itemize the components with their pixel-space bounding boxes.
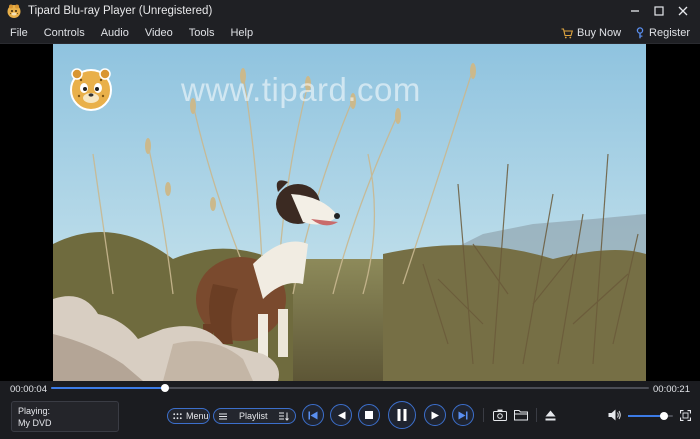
close-icon	[678, 6, 688, 16]
menu-right-links: Buy Now Register	[561, 22, 690, 44]
menu-video[interactable]: Video	[137, 22, 181, 44]
menu-file[interactable]: File	[0, 22, 36, 44]
now-playing-title: My DVD	[18, 418, 52, 428]
window-controls	[626, 2, 692, 20]
stop-icon	[365, 411, 373, 419]
playlist-button[interactable]: Playlist	[213, 408, 296, 424]
rewind-icon	[337, 411, 345, 419]
menu-button[interactable]: Menu	[167, 408, 210, 424]
title-bar: Tipard Blu-ray Player (Unregistered)	[0, 0, 700, 22]
maximize-icon	[654, 6, 664, 16]
buy-now-link[interactable]: Buy Now	[561, 27, 621, 39]
volume-thumb[interactable]	[660, 412, 668, 420]
video-frame[interactable]: www.tipard.com	[53, 44, 646, 381]
fullscreen-icon	[679, 409, 691, 421]
volume-level	[628, 415, 664, 417]
pause-button[interactable]	[388, 401, 416, 429]
volume-slider[interactable]	[628, 412, 673, 420]
now-playing-label: Playing:	[18, 406, 51, 416]
minimize-button[interactable]	[626, 2, 644, 20]
menu-tools[interactable]: Tools	[181, 22, 223, 44]
video-watermark: www.tipard.com	[181, 71, 421, 108]
tipard-logo-icon	[7, 4, 21, 18]
key-icon	[636, 27, 644, 39]
menu-audio[interactable]: Audio	[93, 22, 137, 44]
stop-button[interactable]	[358, 404, 380, 426]
volume-button[interactable]	[607, 407, 623, 423]
seek-thumb[interactable]	[160, 384, 169, 392]
buy-now-label: Buy Now	[577, 27, 622, 39]
register-link[interactable]: Register	[635, 27, 690, 39]
control-bar: 00:00:04 00:00:21 Playing: My DVD Menu P…	[0, 381, 700, 439]
fullscreen-button[interactable]	[677, 407, 693, 423]
open-folder-button[interactable]	[513, 407, 529, 423]
total-time: 00:00:21	[653, 384, 690, 395]
sort-icon[interactable]	[279, 412, 289, 421]
eject-icon	[545, 410, 555, 420]
cheetah-mascot-icon	[70, 68, 112, 111]
list-icon	[219, 413, 227, 419]
eject-button[interactable]	[542, 407, 558, 423]
camera-icon	[493, 409, 507, 421]
close-button[interactable]	[674, 2, 692, 20]
next-chapter-button[interactable]	[452, 404, 474, 426]
maximize-button[interactable]	[650, 2, 668, 20]
seek-progress	[51, 387, 165, 389]
separator	[483, 408, 484, 422]
folder-icon	[514, 410, 528, 421]
now-playing-box: Playing: My DVD	[11, 401, 119, 432]
window-title: Tipard Blu-ray Player (Unregistered)	[28, 5, 213, 17]
seek-bar[interactable]	[51, 384, 649, 392]
snapshot-button[interactable]	[492, 407, 508, 423]
current-time: 00:00:04	[10, 384, 47, 395]
video-area[interactable]: www.tipard.com	[0, 44, 700, 381]
fast-forward-icon	[431, 411, 439, 419]
menu-help[interactable]: Help	[222, 22, 261, 44]
rewind-button[interactable]	[330, 404, 352, 426]
separator	[536, 408, 537, 422]
pause-icon	[397, 409, 407, 421]
skip-previous-icon	[308, 411, 318, 419]
menu-bar: File Controls Audio Video Tools Help Buy…	[0, 22, 700, 44]
previous-chapter-button[interactable]	[302, 404, 324, 426]
menu-button-label: Menu	[186, 411, 209, 421]
playlist-button-label: Playlist	[239, 411, 268, 421]
fast-forward-button[interactable]	[424, 404, 446, 426]
grid-dots-icon	[173, 412, 182, 419]
skip-next-icon	[458, 411, 468, 419]
register-label: Register	[649, 27, 690, 39]
cart-icon	[561, 27, 573, 38]
minimize-icon	[631, 10, 639, 12]
speaker-icon	[608, 409, 621, 421]
menu-controls[interactable]: Controls	[36, 22, 93, 44]
